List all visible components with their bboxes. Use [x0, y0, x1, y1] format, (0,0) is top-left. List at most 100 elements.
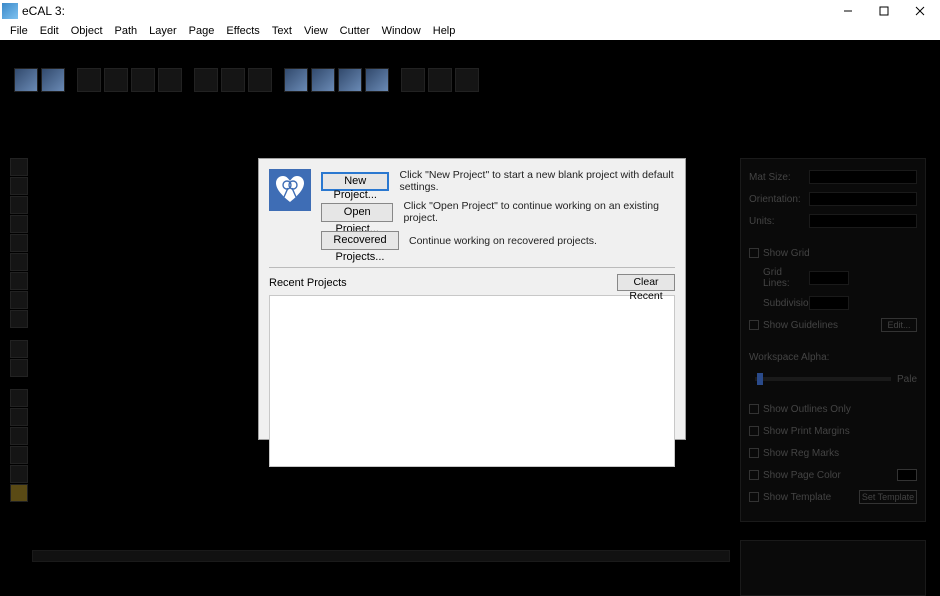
tool-palette	[10, 158, 28, 502]
show-guidelines-checkbox[interactable]	[749, 320, 759, 330]
show-margins-checkbox[interactable]	[749, 426, 759, 436]
workspace-alpha-label: Workspace Alpha:	[749, 352, 829, 363]
tool-stroke[interactable]	[10, 465, 28, 483]
window-title: eCAL 3:	[22, 4, 830, 18]
mat-size-select[interactable]	[809, 170, 917, 184]
clear-recent-button[interactable]: Clear Recent	[617, 274, 675, 291]
menu-view[interactable]: View	[298, 25, 334, 37]
toolbar-button[interactable]	[41, 68, 65, 92]
close-button[interactable]	[902, 0, 938, 22]
show-page-color-checkbox[interactable]	[749, 470, 759, 480]
recent-projects-list[interactable]	[269, 295, 675, 467]
show-reg-checkbox[interactable]	[749, 448, 759, 458]
show-margins-label: Show Print Margins	[763, 426, 850, 437]
tool-gradient[interactable]	[10, 359, 28, 377]
open-project-desc: Click "Open Project" to continue working…	[403, 200, 675, 224]
tool-node[interactable]	[10, 177, 28, 195]
app-icon	[2, 3, 18, 19]
toolbar-button[interactable]	[158, 68, 182, 92]
recent-projects-label: Recent Projects	[269, 277, 617, 289]
show-template-checkbox[interactable]	[749, 492, 759, 502]
toolbar-button[interactable]	[194, 68, 218, 92]
minimize-button[interactable]	[830, 0, 866, 22]
units-label: Units:	[749, 216, 809, 227]
toolbar-button[interactable]	[221, 68, 245, 92]
show-template-label: Show Template	[763, 492, 859, 503]
main-toolbar	[0, 50, 940, 110]
workspace-alpha-value: Pale	[897, 374, 917, 385]
menu-path[interactable]: Path	[109, 25, 144, 37]
workspace-alpha-slider[interactable]	[755, 377, 891, 381]
show-grid-checkbox[interactable]	[749, 248, 759, 258]
menu-edit[interactable]: Edit	[34, 25, 65, 37]
preview-panel	[740, 540, 926, 596]
window-controls	[830, 0, 938, 22]
show-outlines-checkbox[interactable]	[749, 404, 759, 414]
recovered-projects-button[interactable]: Recovered Projects...	[321, 231, 399, 250]
document-panel: Mat Size: Orientation: Units: Show Grid …	[740, 158, 926, 522]
orientation-label: Orientation:	[749, 194, 809, 205]
menubar: File Edit Object Path Layer Page Effects…	[0, 22, 940, 40]
toolbar-button[interactable]	[428, 68, 452, 92]
toolbar-button[interactable]	[401, 68, 425, 92]
tool-shape[interactable]	[10, 215, 28, 233]
menu-file[interactable]: File	[4, 25, 34, 37]
toolbar-button[interactable]	[455, 68, 479, 92]
toolbar-button[interactable]	[14, 68, 38, 92]
new-project-button[interactable]: New Project...	[321, 172, 389, 191]
tool-hand[interactable]	[10, 427, 28, 445]
recovered-projects-desc: Continue working on recovered projects.	[409, 235, 597, 247]
menu-effects[interactable]: Effects	[220, 25, 265, 37]
units-select[interactable]	[809, 214, 917, 228]
toolbar-button[interactable]	[77, 68, 101, 92]
toolbar-button[interactable]	[248, 68, 272, 92]
menu-window[interactable]: Window	[376, 25, 427, 37]
toolbar-button[interactable]	[338, 68, 362, 92]
tool-zoom[interactable]	[10, 408, 28, 426]
tool-measure[interactable]	[10, 389, 28, 407]
menu-layer[interactable]: Layer	[143, 25, 183, 37]
show-page-color-label: Show Page Color	[763, 470, 897, 481]
toolbar-button[interactable]	[284, 68, 308, 92]
tool-fill[interactable]	[10, 446, 28, 464]
show-outlines-label: Show Outlines Only	[763, 404, 851, 415]
tool-draw[interactable]	[10, 234, 28, 252]
show-guidelines-label: Show Guidelines	[763, 320, 881, 331]
edit-guidelines-button[interactable]: Edit...	[881, 318, 917, 332]
show-grid-label: Show Grid	[763, 248, 810, 259]
toolbar-button[interactable]	[131, 68, 155, 92]
tool-erase[interactable]	[10, 310, 28, 328]
tool-color[interactable]	[10, 484, 28, 502]
grid-lines-input[interactable]	[809, 271, 849, 285]
tool-brush[interactable]	[10, 272, 28, 290]
tool-selection[interactable]	[10, 158, 28, 176]
menu-cutter[interactable]: Cutter	[334, 25, 376, 37]
set-template-button[interactable]: Set Template	[859, 490, 917, 504]
mat-size-label: Mat Size:	[749, 172, 809, 183]
tool-type[interactable]	[10, 196, 28, 214]
toolbar-button[interactable]	[104, 68, 128, 92]
show-reg-label: Show Reg Marks	[763, 448, 839, 459]
titlebar: eCAL 3:	[0, 0, 940, 22]
menu-object[interactable]: Object	[65, 25, 109, 37]
tool-dropper[interactable]	[10, 340, 28, 358]
horizontal-scrollbar[interactable]	[32, 550, 730, 562]
subdivision-label: Subdivision:	[749, 298, 809, 309]
new-project-desc: Click "New Project" to start a new blank…	[399, 169, 675, 193]
properties-panel: Mat Size: Orientation: Units: Show Grid …	[740, 158, 926, 596]
start-dialog: New Project... Click "New Project" to st…	[258, 158, 686, 440]
orientation-select[interactable]	[809, 192, 917, 206]
toolbar-button[interactable]	[311, 68, 335, 92]
menu-text[interactable]: Text	[266, 25, 298, 37]
dialog-app-icon	[269, 169, 311, 211]
tool-knife[interactable]	[10, 291, 28, 309]
open-project-button[interactable]: Open Project...	[321, 203, 393, 222]
page-color-swatch[interactable]	[897, 469, 917, 481]
tool-pencil[interactable]	[10, 253, 28, 271]
toolbar-button[interactable]	[365, 68, 389, 92]
grid-lines-label: Grid Lines:	[749, 267, 809, 289]
subdivision-input[interactable]	[809, 296, 849, 310]
menu-page[interactable]: Page	[183, 25, 221, 37]
maximize-button[interactable]	[866, 0, 902, 22]
menu-help[interactable]: Help	[427, 25, 462, 37]
